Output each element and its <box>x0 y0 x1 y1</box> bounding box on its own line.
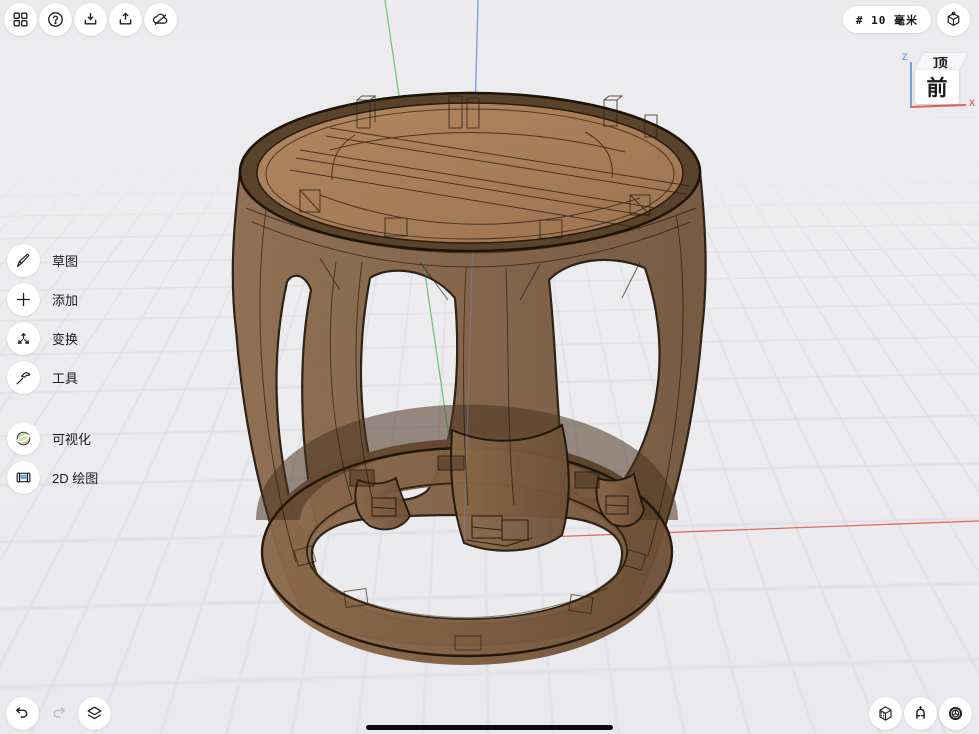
toolbar-top-left <box>4 3 177 36</box>
settings-button[interactable] <box>939 697 972 730</box>
sidebar-item-transform[interactable]: 变换 <box>7 322 98 355</box>
redo-icon <box>49 704 68 723</box>
view-cube[interactable]: Z X 顶 前 <box>901 50 975 116</box>
export-button[interactable] <box>109 3 142 36</box>
drawing-sheet-icon <box>7 461 40 494</box>
view-cube-z-axis <box>910 62 912 106</box>
cloud-offline-icon <box>151 10 170 29</box>
undo-icon <box>13 704 32 723</box>
help-button[interactable] <box>39 3 72 36</box>
view-cube-x-label: X <box>969 98 975 108</box>
orientation-cube-icon <box>944 10 963 29</box>
sync-button[interactable] <box>144 3 177 36</box>
drum-stool-model[interactable] <box>233 90 706 656</box>
sketch-pen-icon <box>7 244 40 277</box>
hammer-icon <box>7 361 40 394</box>
import-button[interactable] <box>74 3 107 36</box>
sidebar-item-2d-drawing[interactable]: 2D 绘图 <box>7 461 98 494</box>
visualize-sphere-icon <box>7 422 40 455</box>
toolbar-bottom-left <box>6 697 111 730</box>
undo-button[interactable] <box>6 697 39 730</box>
sidebar-item-tools[interactable]: 工具 <box>7 361 98 394</box>
view-cube-x-axis <box>910 104 966 107</box>
sidebar-item-visualize[interactable]: 可视化 <box>7 422 98 455</box>
model-canvas[interactable] <box>0 0 979 734</box>
home-indicator[interactable] <box>366 725 613 730</box>
display-mode-button[interactable] <box>869 697 902 730</box>
plus-icon <box>7 283 40 316</box>
help-icon <box>46 10 65 29</box>
magnet-icon <box>911 704 930 723</box>
orientation-button[interactable] <box>937 3 970 36</box>
gear-icon <box>946 704 965 723</box>
import-icon <box>81 10 100 29</box>
sidebar-item-sketch[interactable]: 草图 <box>7 244 98 277</box>
items-button[interactable] <box>78 697 111 730</box>
toolbar-bottom-right <box>869 697 972 730</box>
view-cube-front-face[interactable]: 前 <box>915 70 959 104</box>
apps-grid-icon <box>11 10 30 29</box>
grid-measure-badge[interactable]: # 10 毫米 <box>843 6 931 33</box>
tool-sidebar: 草图 添加 变换 工具 <box>7 244 98 500</box>
apps-button[interactable] <box>4 3 37 36</box>
layers-icon <box>85 704 104 723</box>
sidebar-item-label: 2D 绘图 <box>52 468 98 487</box>
shaded-cube-icon <box>876 704 895 723</box>
snapping-button[interactable] <box>904 697 937 730</box>
3d-viewport[interactable]: # 10 毫米 Z X 顶 前 草图 <box>0 0 979 734</box>
transform-arrows-icon <box>7 322 40 355</box>
sidebar-item-label: 可视化 <box>52 429 91 448</box>
view-cube-z-label: Z <box>902 52 908 62</box>
redo-button[interactable] <box>42 697 75 730</box>
sidebar-item-label: 草图 <box>52 251 78 270</box>
sidebar-item-label: 添加 <box>52 290 78 309</box>
sidebar-item-label: 变换 <box>52 329 78 348</box>
export-icon <box>116 10 135 29</box>
view-cube-top-face[interactable]: 顶 <box>914 53 968 71</box>
toolbar-top-right: # 10 毫米 <box>843 3 970 36</box>
sidebar-item-add[interactable]: 添加 <box>7 283 98 316</box>
sidebar-item-label: 工具 <box>52 368 78 387</box>
